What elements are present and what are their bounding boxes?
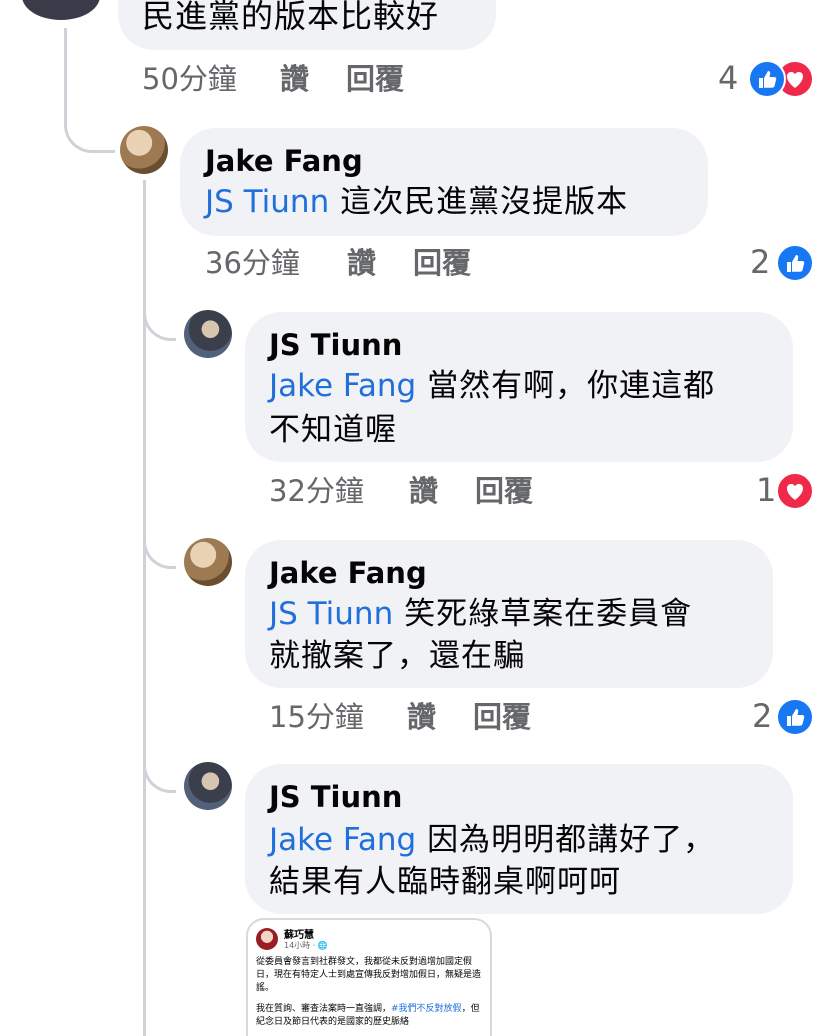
comment-text-line-2: 結果有人臨時翻桌啊呵呵 [269, 864, 621, 900]
like-icon [776, 698, 814, 736]
comment-timestamp: 32分鐘 [269, 474, 364, 508]
reply-button[interactable]: 回覆 [346, 62, 404, 96]
mention-link[interactable]: JS Tiunn [205, 184, 329, 220]
thread-line-main [64, 28, 67, 108]
comment-timestamp: 15分鐘 [269, 700, 364, 734]
comment-text-line-2: 就撤案了，還在騙 [269, 638, 525, 674]
comment-text: 民進黨的版本比較好 [142, 0, 440, 35]
like-icon [776, 244, 814, 282]
comment-timestamp: 36分鐘 [205, 246, 300, 280]
reaction-count: 2 [750, 243, 771, 281]
shared-post-time: 14小時 · 🌐 [284, 940, 328, 951]
attached-image[interactable]: 蘇巧慧 14小時 · 🌐 從委員會發言到社群發文，我都從未反對過增加國定假日，現… [246, 918, 492, 1036]
comment-text: Jake Fang 因為明明都講好了， [269, 818, 715, 862]
thread-curve-3 [143, 518, 176, 569]
shared-post-timestamp: 14小時 · [284, 941, 318, 950]
comment-body: 這次民進黨沒提版本 [329, 184, 629, 220]
like-button[interactable]: 讚 [409, 474, 438, 508]
mention-link[interactable]: JS Tiunn [269, 596, 393, 632]
reaction-count: 4 [718, 59, 739, 97]
reply-button[interactable]: 回覆 [475, 474, 533, 508]
comment-author[interactable]: JS Tiunn [269, 328, 402, 362]
thread-curve-2 [143, 290, 176, 341]
comment-text: JS Tiunn 笑死綠草案在委員會 [269, 592, 692, 636]
avatar[interactable] [22, 0, 100, 20]
avatar[interactable] [184, 762, 232, 810]
avatar[interactable] [184, 538, 232, 586]
reaction-count: 1 [756, 471, 777, 509]
comment-text: JS Tiunn 這次民進黨沒提版本 [205, 180, 628, 224]
reaction-summary[interactable]: 1 [756, 471, 822, 510]
globe-icon: 🌐 [317, 941, 328, 950]
shared-post-paragraph-2: 我在質詢、審查法案時一直強調，#我們不反對放假，但紀念日及節日代表的是國家的歷史… [256, 1003, 486, 1029]
comment-author[interactable]: JS Tiunn [269, 780, 402, 814]
mention-link[interactable]: Jake Fang [269, 822, 416, 858]
like-icon [748, 60, 786, 98]
shared-post-text: 我在質詢、審查法案時一直強調， [256, 1004, 392, 1014]
comment-text: Jake Fang 當然有啊，你連這都 [269, 364, 715, 408]
reply-button[interactable]: 回覆 [413, 246, 471, 280]
comment-body: 當然有啊，你連這都 [416, 368, 716, 404]
avatar[interactable] [184, 310, 232, 358]
like-button[interactable]: 讚 [347, 246, 376, 280]
comment-body: 笑死綠草案在委員會 [393, 596, 693, 632]
reaction-summary[interactable]: 4 [718, 59, 818, 98]
shared-post-body: 從委員會發言到社群發文，我都從未反對過增加國定假日，現在有特定人士到處宣傳我反對… [256, 956, 486, 1029]
hashtag-link: #我們不反對放假 [391, 1004, 462, 1014]
like-button[interactable]: 讚 [407, 700, 436, 734]
love-icon [776, 472, 814, 510]
reaction-summary[interactable]: 2 [752, 697, 822, 736]
reaction-summary[interactable]: 2 [750, 243, 820, 282]
thread-curve-4 [143, 742, 176, 793]
comment-timestamp: 50分鐘 [142, 62, 237, 96]
reply-button[interactable]: 回覆 [473, 700, 531, 734]
shared-post-author: 蘇巧慧 [284, 930, 314, 941]
like-button[interactable]: 讚 [280, 62, 309, 96]
mention-link[interactable]: Jake Fang [269, 368, 416, 404]
comment-author[interactable]: Jake Fang [205, 144, 363, 178]
avatar [256, 928, 278, 950]
avatar[interactable] [120, 126, 168, 174]
reaction-count: 2 [752, 697, 773, 735]
comment-text-line-2: 不知道喔 [269, 412, 397, 448]
comment-body: 因為明明都講好了， [416, 822, 716, 858]
comment-author[interactable]: Jake Fang [269, 556, 427, 590]
comment-thread: 民進黨的版本比較好 50分鐘 讚 回覆 4 Jake Fang JS Tiunn… [0, 0, 828, 1036]
thread-curve-1 [64, 100, 115, 153]
shared-post-paragraph: 從委員會發言到社群發文，我都從未反對過增加國定假日，現在有特定人士到處宣傳我反對… [256, 957, 482, 993]
